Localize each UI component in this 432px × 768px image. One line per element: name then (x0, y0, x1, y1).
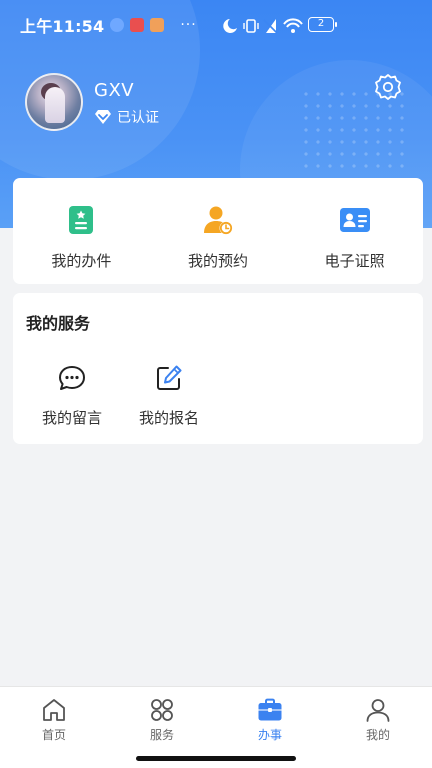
status-bar: 上午11:54 ··· (0, 0, 432, 50)
vibrate-icon (246, 19, 256, 33)
verified-badge: 已认证 (94, 107, 159, 127)
quick-item-label: 我的办件 (51, 252, 112, 270)
compass-icon (110, 18, 125, 32)
section-title: 我的服务 (26, 314, 91, 333)
quick-item-appointments[interactable]: 我的预约 (150, 178, 287, 284)
quick-item-id-cards[interactable]: 电子证照 (286, 178, 423, 284)
my-services-card: 我的服务 我的留言 我的报名 (13, 293, 423, 444)
app-notification-icon (130, 18, 145, 32)
verify-label: 已认证 (117, 110, 159, 126)
user-icon (366, 699, 390, 722)
id-card-icon (339, 208, 370, 232)
status-icons (223, 18, 303, 34)
tab-label: 服务 (149, 728, 174, 742)
tab-label: 首页 (41, 728, 66, 742)
diamond-icon (95, 110, 111, 124)
service-item-messages[interactable]: 我的留言 (27, 363, 117, 428)
tab-home[interactable]: 首页 (0, 687, 108, 768)
home-indicator[interactable] (136, 756, 296, 761)
briefcase-icon (258, 698, 282, 721)
service-item-label: 我的报名 (138, 409, 199, 427)
avatar[interactable] (25, 73, 83, 131)
quick-item-tasks[interactable]: 我的办件 (13, 178, 150, 284)
quick-actions-card: 我的办件 我的预约 电子证照 (13, 178, 423, 284)
more-notifications-icon: ··· (180, 17, 197, 33)
status-time: 上午11:54 (20, 17, 105, 36)
quick-item-label: 电子证照 (324, 252, 385, 270)
appointment-icon (204, 206, 233, 235)
username: GXV (94, 80, 135, 101)
battery-icon: 2 (308, 17, 337, 32)
message-icon (59, 366, 85, 390)
edit-icon (157, 365, 182, 390)
task-icon (69, 206, 94, 234)
service-item-registrations[interactable]: 我的报名 (124, 363, 214, 428)
settings-gear-icon[interactable] (374, 73, 402, 101)
tab-label: 我的 (365, 728, 390, 742)
home-icon (43, 699, 65, 721)
mail-notification-icon (150, 18, 165, 32)
grid-icon (151, 699, 173, 721)
quick-item-label: 我的预约 (188, 252, 249, 270)
service-item-label: 我的留言 (41, 409, 102, 427)
tab-label: 办事 (257, 728, 282, 742)
tab-mine[interactable]: 我的 (324, 687, 432, 768)
moon-icon (223, 19, 237, 33)
